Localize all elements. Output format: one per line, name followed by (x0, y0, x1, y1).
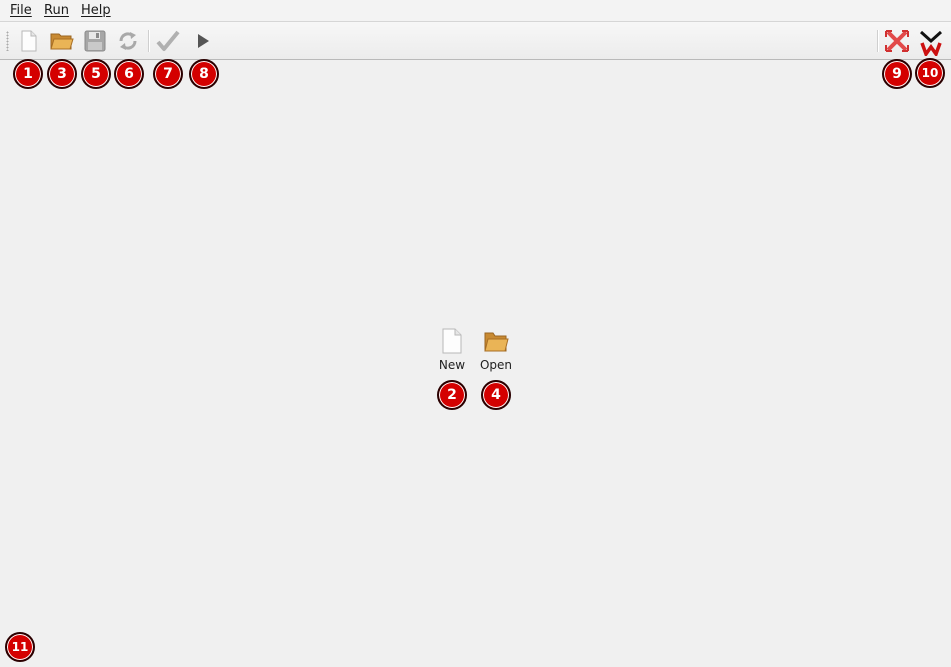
save-button[interactable] (82, 28, 108, 54)
reload-button[interactable] (115, 28, 141, 54)
fullscreen-button[interactable] (884, 28, 910, 54)
callout-badge: 7 (153, 59, 183, 89)
toolbar-grip[interactable] (6, 31, 9, 51)
menu-file[interactable]: File (10, 3, 32, 18)
callout-badge: 5 (81, 59, 111, 89)
open-folder-icon (50, 33, 74, 50)
new-document-icon (442, 328, 462, 354)
play-icon (198, 34, 209, 48)
center-new-button[interactable]: New (432, 328, 472, 372)
run-button[interactable] (189, 28, 215, 54)
callout-badge: 11 (5, 632, 35, 662)
fullscreen-cross-icon (885, 30, 909, 52)
toolbar (0, 22, 951, 60)
checkmark-icon (156, 30, 180, 51)
reload-icon (119, 32, 137, 50)
app-logo-icon (919, 30, 943, 56)
callout-badge: 3 (47, 59, 77, 89)
center-new-label: New (438, 358, 466, 372)
center-open-label: Open (479, 358, 513, 372)
menu-help[interactable]: Help (81, 3, 111, 18)
center-open-button[interactable]: Open (476, 328, 516, 372)
toolbar-separator (148, 30, 150, 52)
open-button[interactable] (49, 28, 75, 54)
menu-bar: File Run Help (0, 0, 951, 22)
validate-button[interactable] (155, 28, 181, 54)
menu-run[interactable]: Run (44, 3, 69, 18)
open-folder-icon (484, 332, 509, 352)
toolbar-separator-right (877, 30, 879, 52)
app-logo[interactable] (918, 28, 944, 56)
callout-badge: 4 (481, 380, 511, 410)
callout-badge: 10 (915, 58, 945, 88)
callout-badge: 6 (114, 59, 144, 89)
new-document-icon (21, 30, 37, 52)
save-disk-icon (84, 30, 106, 52)
callout-badge: 2 (437, 380, 467, 410)
callout-badge: 8 (189, 59, 219, 89)
callout-badge: 9 (882, 59, 912, 89)
new-button[interactable] (16, 28, 42, 54)
callout-badge: 1 (13, 59, 43, 89)
